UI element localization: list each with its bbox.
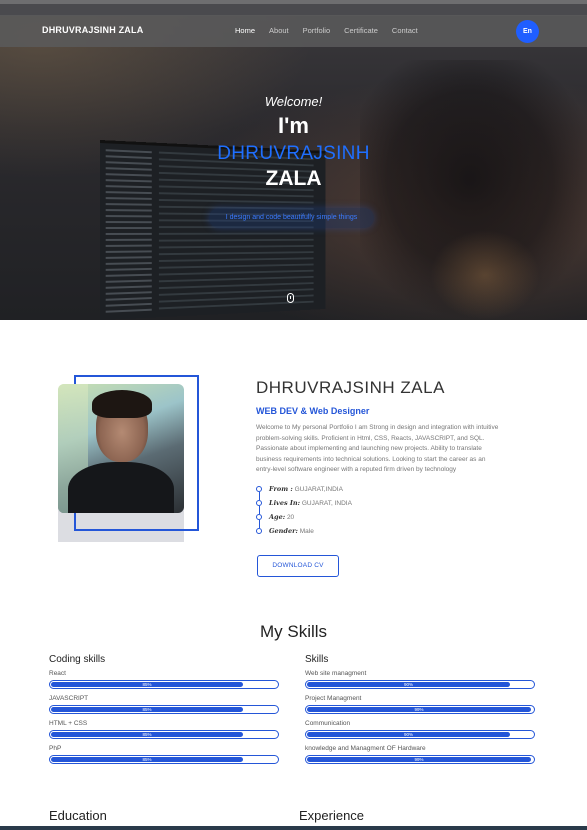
hero-im: I'm [278,113,309,138]
skill-bar: 99% [305,755,535,764]
download-cv-button[interactable]: DOWNLOAD CV [257,555,339,577]
other-skills: Skills Web site managment 90% Project Ma… [305,654,537,770]
fact-gender: Gender: Male [256,524,501,538]
skill-name: Project Managment [305,695,362,702]
navbar: DHRUVRAJSINH ZALA Home About Portfolio C… [0,15,587,47]
skill-bar: 99% [305,705,535,714]
skill-name: Communication [305,720,351,727]
fact-label: Lives In: [269,498,301,507]
skill-name: React [49,670,66,677]
skill-bar-fill: 99% [307,707,531,712]
mouse-icon[interactable] [287,293,294,303]
fact-label: Age: [269,512,286,521]
nav-link-certificate[interactable]: Certificate [344,26,378,35]
skill-bar-fill: 85% [51,732,243,737]
coding-skills: Coding skills React 85% JAVASCRIPT 85% H… [49,654,281,770]
skill-item: PhP 85% [49,745,281,764]
hero-last-name: ZALA [265,167,322,190]
fact-label: Gender: [269,526,298,535]
coding-skills-heading: Coding skills [49,654,106,665]
skill-bar-fill: 90% [307,682,510,687]
about-facts: From : GUJARAT,INDIA Lives In: GUJARAT, … [256,482,501,538]
skill-name: Web site managment [305,670,367,677]
hero-first-name: DHRUVRAJSINH [217,143,370,164]
experience-heading: Experience [299,808,365,823]
fact-lives-in: Lives In: GUJARAT, INDIA [256,496,501,514]
skill-item: Project Managment 99% [305,695,537,714]
skill-bar-fill: 90% [307,732,510,737]
about-role: WEB DEV & Web Designer [256,406,370,416]
fact-value: Male [299,527,314,535]
hero-section: DHRUVRAJSINH ZALA Home About Portfolio C… [0,0,587,320]
nav-link-contact[interactable]: Contact [392,26,418,35]
fact-label: From : [269,484,293,493]
language-button[interactable]: En [516,20,539,43]
skill-bar-fill: 99% [307,757,531,762]
fact-value: 20 [286,513,295,521]
skill-item: Communication 90% [305,720,537,739]
skill-item: knowledge and Managment OF Hardware 99% [305,745,537,764]
skill-bar: 90% [305,680,535,689]
hero-background-chair [430,230,540,320]
nav-link-home[interactable]: Home [235,26,255,35]
photo-hair [92,390,152,418]
other-skills-heading: Skills [305,654,329,665]
brand-logo[interactable]: DHRUVRAJSINH ZALA [42,25,143,35]
skill-bar: 85% [49,730,279,739]
nav-link-about[interactable]: About [269,26,289,35]
skill-name: HTML + CSS [49,720,88,727]
timeline-dot-icon [256,527,262,534]
skill-name: PhP [49,745,62,752]
photo-body [68,462,174,513]
skills-title: My Skills [259,622,328,641]
skill-bar: 85% [49,705,279,714]
hero-tagline: I design and code beautifully simple thi… [209,208,374,228]
bottom-strip [0,826,587,830]
fact-value: GUJARAT, INDIA [301,499,352,507]
education-heading: Education [49,808,107,823]
about-description: Welcome to My personal Portfolio I am St… [256,424,499,473]
skill-bar: 85% [49,680,279,689]
skill-bar-fill: 85% [51,682,243,687]
about-section: DHRUVRAJSINH ZALA WEB DEV & Web Designer… [256,378,501,538]
profile-photo [58,384,184,513]
skill-name: JAVASCRIPT [49,695,89,702]
nav-links: Home About Portfolio Certificate Contact [235,26,418,35]
skill-bar-fill: 85% [51,757,243,762]
skill-item: HTML + CSS 85% [49,720,281,739]
skill-item: React 85% [49,670,281,689]
skill-name: knowledge and Managment OF Hardware [305,745,426,752]
skill-item: Web site managment 90% [305,670,537,689]
fact-value: GUJARAT,INDIA [294,485,343,493]
skill-bar: 85% [49,755,279,764]
hero-welcome: Welcome! [264,94,323,109]
fact-age: Age: 20 [256,510,501,528]
about-name: DHRUVRAJSINH ZALA [256,378,445,397]
nav-link-portfolio[interactable]: Portfolio [303,26,331,35]
skill-bar-fill: 85% [51,707,243,712]
skill-bar: 90% [305,730,535,739]
fact-from: From : GUJARAT,INDIA [256,482,501,500]
skill-item: JAVASCRIPT 85% [49,695,281,714]
